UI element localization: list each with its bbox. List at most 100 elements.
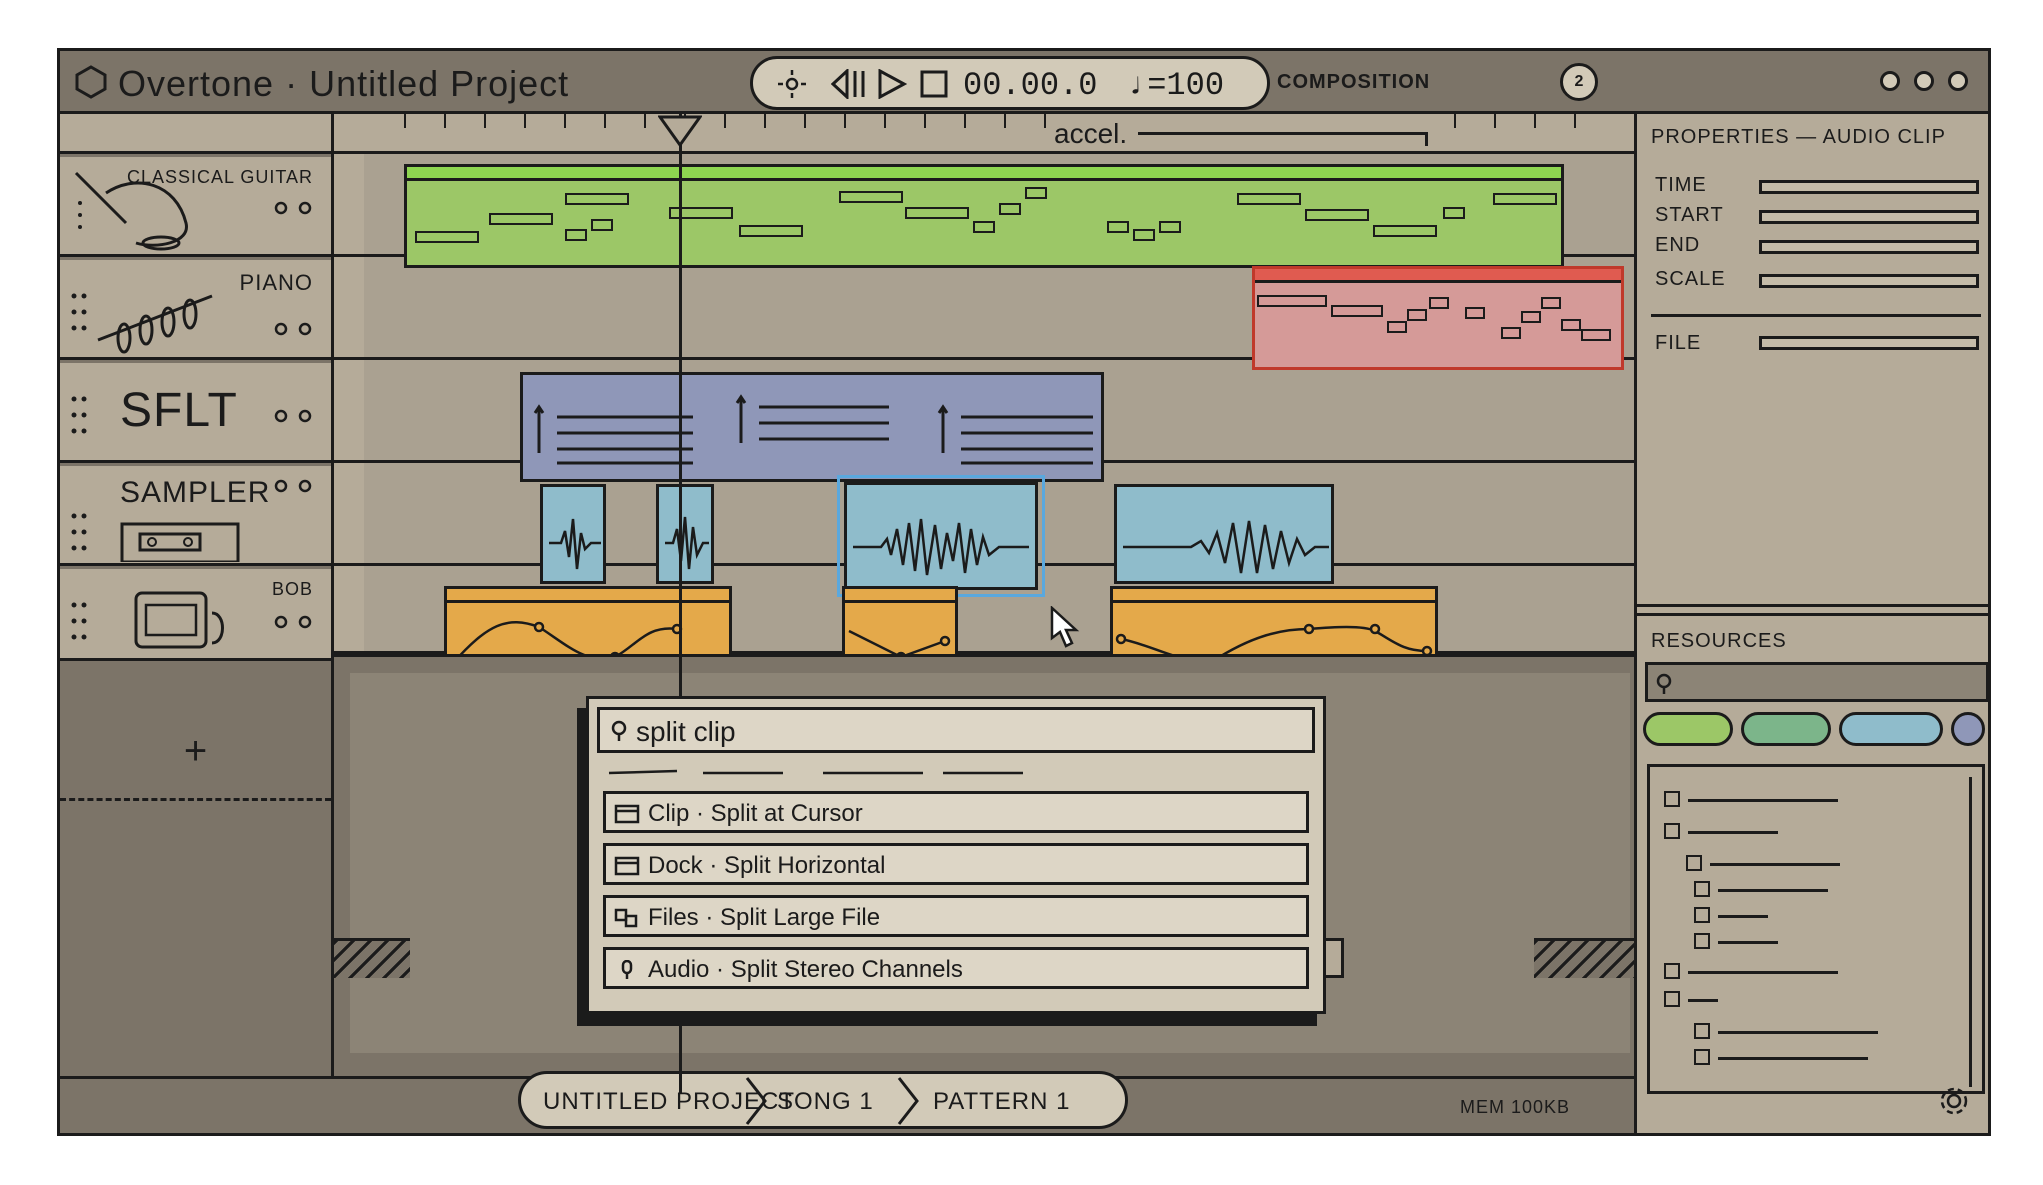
command-label: Clip · Split at Cursor — [648, 800, 863, 827]
track-lanes[interactable] — [334, 154, 1634, 684]
transport-time[interactable]: 00.00.0 — [963, 67, 1097, 104]
command-palette: split clip Clip · Split at Cursor Dock ·… — [586, 696, 1326, 1014]
prop-scale-field[interactable] — [1759, 274, 1979, 288]
stop-icon[interactable] — [919, 69, 949, 99]
memory-usage: MEM 100KB — [1460, 1097, 1571, 1117]
prop-end-field[interactable] — [1759, 240, 1979, 254]
metronome-light-icon[interactable] — [777, 69, 807, 99]
track-sampler[interactable]: SAMPLER — [60, 466, 331, 566]
command-item[interactable]: Clip · Split at Cursor — [603, 791, 1309, 833]
command-item[interactable]: Dock · Split Horizontal — [603, 843, 1309, 885]
transport-tempo[interactable]: ♩=100 — [1128, 67, 1224, 104]
rewind-icon[interactable] — [831, 69, 871, 99]
window-close-button[interactable] — [1948, 71, 1968, 91]
drag-handle-icon[interactable] — [70, 599, 88, 643]
palette-filter-hints — [608, 769, 1023, 775]
mode-label[interactable]: COMPOSITION — [1277, 71, 1430, 94]
prop-time-field[interactable] — [1759, 180, 1979, 194]
tree-item[interactable] — [1694, 881, 1894, 899]
window-minimize-button[interactable] — [1880, 71, 1900, 91]
tree-item[interactable] — [1694, 1023, 1894, 1041]
drag-handle-icon[interactable] — [70, 510, 88, 554]
search-icon — [1656, 673, 1672, 694]
command-item[interactable]: Files · Split Large File — [603, 895, 1309, 937]
app-title: Overtone · Untitled Project — [118, 63, 570, 104]
chevron-right-icon — [745, 1077, 767, 1125]
track-classical-guitar[interactable]: CLASSICAL GUITAR — [60, 157, 331, 257]
track-toggle-icons[interactable] — [271, 200, 315, 216]
tree-item[interactable] — [1694, 907, 1894, 925]
audio-clip[interactable] — [1114, 484, 1334, 584]
clip-sflt[interactable] — [520, 372, 1104, 482]
tree-item[interactable] — [1686, 855, 1886, 873]
command-query: split clip — [636, 716, 736, 747]
audio-clip-selected[interactable] — [837, 475, 1045, 597]
window-maximize-button[interactable] — [1914, 71, 1934, 91]
prop-label: START — [1655, 204, 1724, 226]
resource-tag[interactable] — [1643, 712, 1733, 746]
drag-handle-icon[interactable] — [70, 393, 88, 437]
track-toggle-icons[interactable] — [271, 408, 315, 424]
resources-tree — [1647, 764, 1985, 1094]
prop-label: FILE — [1655, 332, 1702, 354]
timeline-ruler[interactable]: accel. — [334, 114, 1634, 154]
track-toggle-icons[interactable] — [271, 478, 315, 494]
audio-clip[interactable] — [656, 484, 714, 584]
cassette-icon — [120, 522, 240, 562]
search-icon — [611, 720, 627, 741]
drag-handle-icon[interactable] — [70, 290, 88, 334]
microphone-icon — [621, 960, 633, 979]
tree-item[interactable] — [1694, 1049, 1894, 1067]
scroll-limit-left — [334, 938, 410, 978]
play-icon[interactable] — [877, 69, 907, 99]
track-toggle-icons[interactable] — [271, 614, 315, 630]
resources-title: RESOURCES — [1651, 630, 1787, 652]
track-name: BOB — [271, 579, 313, 599]
tree-item[interactable] — [1664, 991, 1864, 1009]
track-list: CLASSICAL GUITAR PIANO SFLT SAMPLER BOB … — [60, 114, 334, 1099]
command-search-input[interactable]: split clip — [597, 707, 1315, 753]
resource-tag[interactable] — [1741, 712, 1831, 746]
breadcrumb-pattern[interactable]: PATTERN 1 — [933, 1088, 1070, 1116]
window-icon — [614, 856, 640, 876]
track-name: SFLT — [120, 384, 238, 437]
robot-icon — [134, 591, 224, 649]
midi-clip-red[interactable] — [1252, 266, 1624, 370]
track-piano[interactable]: PIANO — [60, 260, 331, 360]
resource-tag[interactable] — [1951, 712, 1985, 746]
scroll-limit-right — [1534, 938, 1634, 978]
window-icon — [614, 804, 640, 824]
track-name: PIANO — [239, 270, 313, 295]
midi-clip-guitar[interactable] — [404, 164, 1564, 268]
user-avatar[interactable]: 2 — [1560, 63, 1598, 101]
resources-scrollbar[interactable] — [1969, 777, 1972, 1087]
add-track-button[interactable]: + — [60, 711, 331, 801]
track-list-header — [60, 114, 331, 154]
playhead-handle-icon[interactable] — [658, 115, 702, 147]
tree-item[interactable] — [1694, 933, 1894, 951]
tree-item[interactable] — [1664, 963, 1864, 981]
tree-item[interactable] — [1664, 791, 1864, 809]
track-bob[interactable]: BOB — [60, 569, 331, 661]
status-bar: UNTITLED PROJECT SONG 1 PATTERN 1 MEM 10… — [60, 1071, 1634, 1133]
breadcrumb: UNTITLED PROJECT SONG 1 PATTERN 1 — [518, 1071, 1128, 1129]
track-name: SAMPLER — [120, 476, 271, 509]
prop-label: END — [1655, 234, 1701, 256]
prop-start-field[interactable] — [1759, 210, 1979, 224]
track-sflt[interactable]: SFLT — [60, 363, 331, 463]
right-panel: PROPERTIES — AUDIO CLIP TIME START END S… — [1634, 114, 1988, 1133]
track-toggle-icons[interactable] — [271, 321, 315, 337]
command-label: Dock · Split Horizontal — [648, 852, 886, 879]
panel-splitter[interactable] — [1637, 604, 1988, 616]
prop-file-field[interactable] — [1759, 336, 1979, 350]
gear-icon[interactable] — [1936, 1083, 1972, 1119]
resources-search-input[interactable] — [1645, 662, 1988, 702]
prop-label: TIME — [1655, 174, 1707, 196]
command-item[interactable]: Audio · Split Stereo Channels — [603, 947, 1309, 989]
breadcrumb-song[interactable]: SONG 1 — [777, 1088, 874, 1116]
tempo-marker[interactable]: accel. — [1054, 118, 1127, 150]
resource-tag[interactable] — [1839, 712, 1943, 746]
tree-item[interactable] — [1664, 823, 1864, 841]
app-logo-icon — [75, 65, 107, 99]
audio-clip[interactable] — [540, 484, 606, 584]
